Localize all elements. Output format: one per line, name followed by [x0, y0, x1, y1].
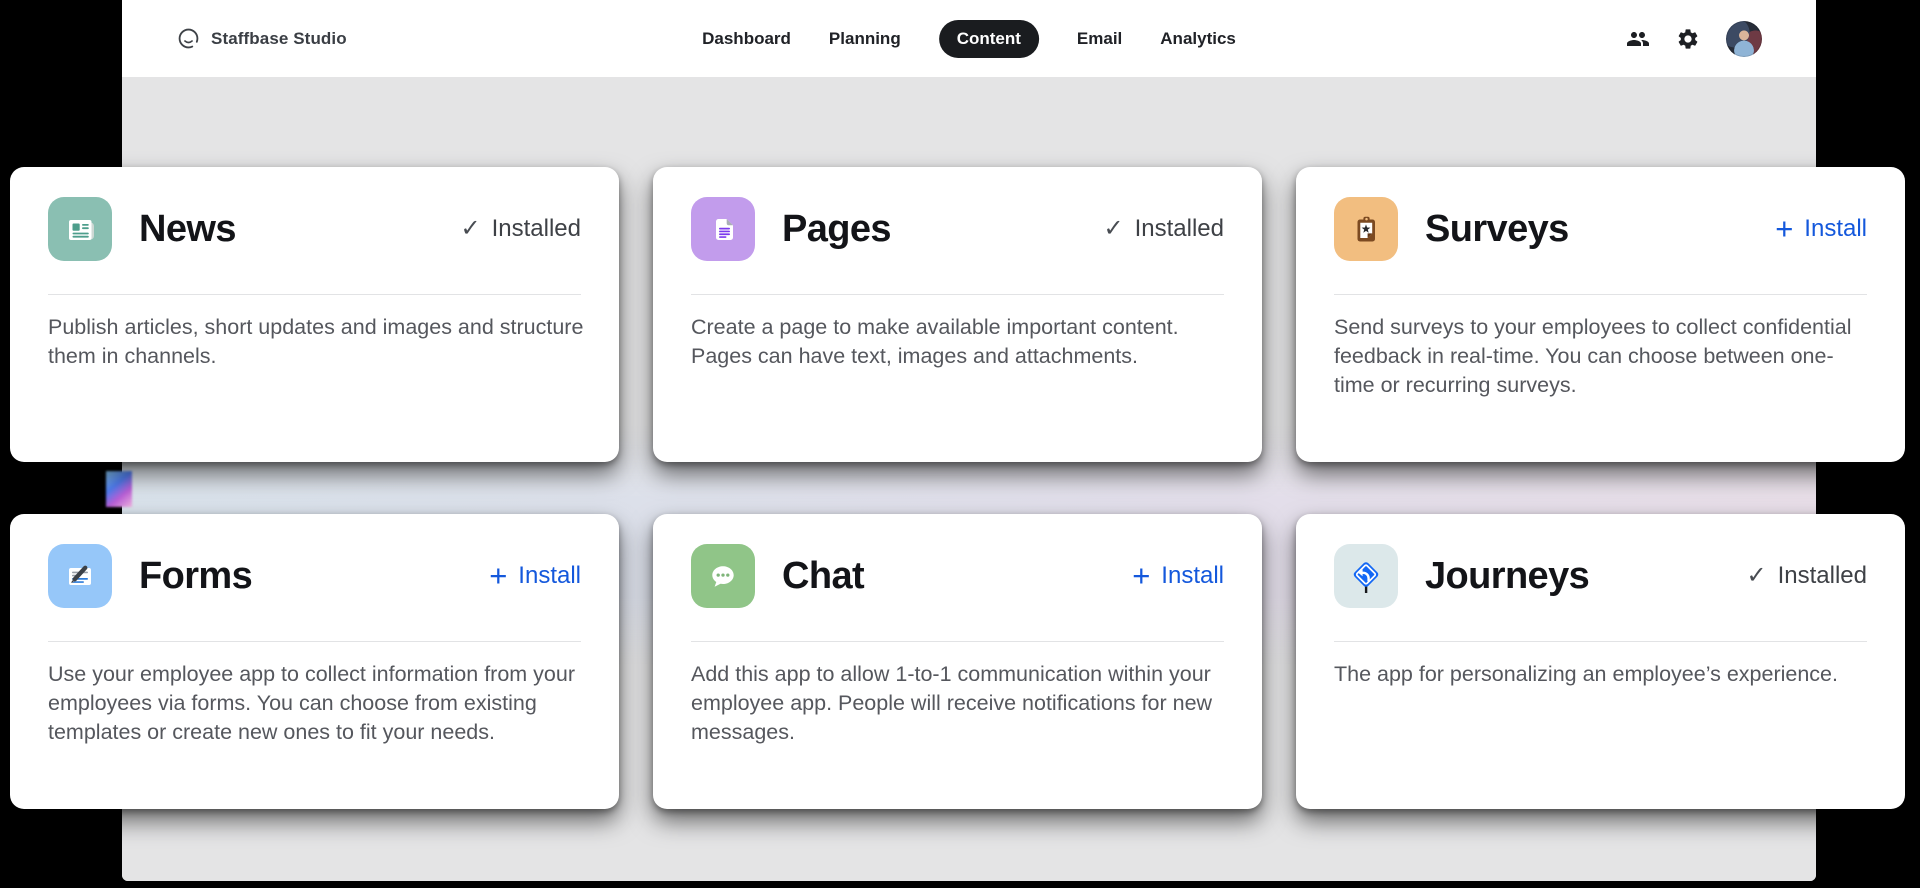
- user-avatar[interactable]: [1726, 21, 1762, 57]
- card-title: Surveys: [1425, 208, 1569, 251]
- users-icon[interactable]: [1626, 27, 1650, 51]
- plus-icon: +: [1132, 560, 1150, 591]
- status-label: Installed: [1778, 562, 1867, 590]
- card-divider: [691, 294, 1224, 295]
- nav-item-content[interactable]: Content: [939, 20, 1039, 58]
- surveys-icon: [1334, 197, 1398, 261]
- pages-icon: [691, 197, 755, 261]
- plus-icon: +: [1775, 213, 1793, 244]
- nav-item-dashboard[interactable]: Dashboard: [702, 29, 791, 49]
- brand-name: Staffbase Studio: [211, 29, 347, 49]
- plus-icon: +: [489, 560, 507, 591]
- card-title: Chat: [782, 555, 864, 598]
- card-title: News: [139, 208, 236, 251]
- card-chat[interactable]: Chat + Install Add this app to allow 1-t…: [653, 514, 1262, 809]
- card-divider: [1334, 641, 1867, 642]
- forms-icon: [48, 544, 112, 608]
- install-label: Install: [518, 562, 581, 590]
- card-divider: [1334, 294, 1867, 295]
- card-forms[interactable]: Forms + Install Use your employee app to…: [10, 514, 619, 809]
- install-button[interactable]: + Install: [1132, 561, 1224, 592]
- card-divider: [48, 641, 581, 642]
- card-news[interactable]: News ✓ Installed Publish articles, short…: [10, 167, 619, 462]
- journeys-icon: [1334, 544, 1398, 608]
- card-surveys[interactable]: Surveys + Install Send surveys to your e…: [1296, 167, 1905, 462]
- card-description: Send surveys to your employees to collec…: [1334, 313, 1871, 400]
- check-icon: ✓: [1104, 217, 1124, 241]
- check-icon: ✓: [461, 217, 481, 241]
- card-description: Add this app to allow 1-to-1 communicati…: [691, 660, 1228, 747]
- card-pages[interactable]: Pages ✓ Installed Create a page to make …: [653, 167, 1262, 462]
- top-navigation-bar: Staffbase Studio Dashboard Planning Cont…: [122, 0, 1816, 77]
- card-title: Pages: [782, 208, 891, 251]
- main-nav: Dashboard Planning Content Email Analyti…: [702, 0, 1236, 77]
- status-badge: ✓ Installed: [1747, 562, 1868, 590]
- status-badge: ✓ Installed: [461, 215, 582, 243]
- staffbase-logo-icon: [176, 27, 200, 51]
- install-label: Install: [1161, 562, 1224, 590]
- card-description: The app for personalizing an employee’s …: [1334, 660, 1871, 689]
- nav-item-email[interactable]: Email: [1077, 29, 1122, 49]
- news-icon: [48, 197, 112, 261]
- install-label: Install: [1804, 215, 1867, 243]
- status-label: Installed: [492, 215, 581, 243]
- gear-icon[interactable]: [1676, 27, 1700, 51]
- card-journeys[interactable]: Journeys ✓ Installed The app for persona…: [1296, 514, 1905, 809]
- nav-item-planning[interactable]: Planning: [829, 29, 901, 49]
- card-description: Create a page to make available importan…: [691, 313, 1228, 371]
- card-description: Publish articles, short updates and imag…: [48, 313, 585, 371]
- install-button[interactable]: + Install: [1775, 214, 1867, 245]
- topbar-actions: [1626, 0, 1762, 77]
- apps-grid: News ✓ Installed Publish articles, short…: [10, 167, 1905, 809]
- card-title: Journeys: [1425, 555, 1589, 598]
- status-label: Installed: [1135, 215, 1224, 243]
- status-badge: ✓ Installed: [1104, 215, 1225, 243]
- brand: Staffbase Studio: [176, 0, 347, 77]
- card-description: Use your employee app to collect informa…: [48, 660, 585, 747]
- install-button[interactable]: + Install: [489, 561, 581, 592]
- card-title: Forms: [139, 555, 252, 598]
- check-icon: ✓: [1747, 564, 1767, 588]
- chat-icon: [691, 544, 755, 608]
- card-divider: [48, 294, 581, 295]
- card-divider: [691, 641, 1224, 642]
- nav-item-analytics[interactable]: Analytics: [1160, 29, 1236, 49]
